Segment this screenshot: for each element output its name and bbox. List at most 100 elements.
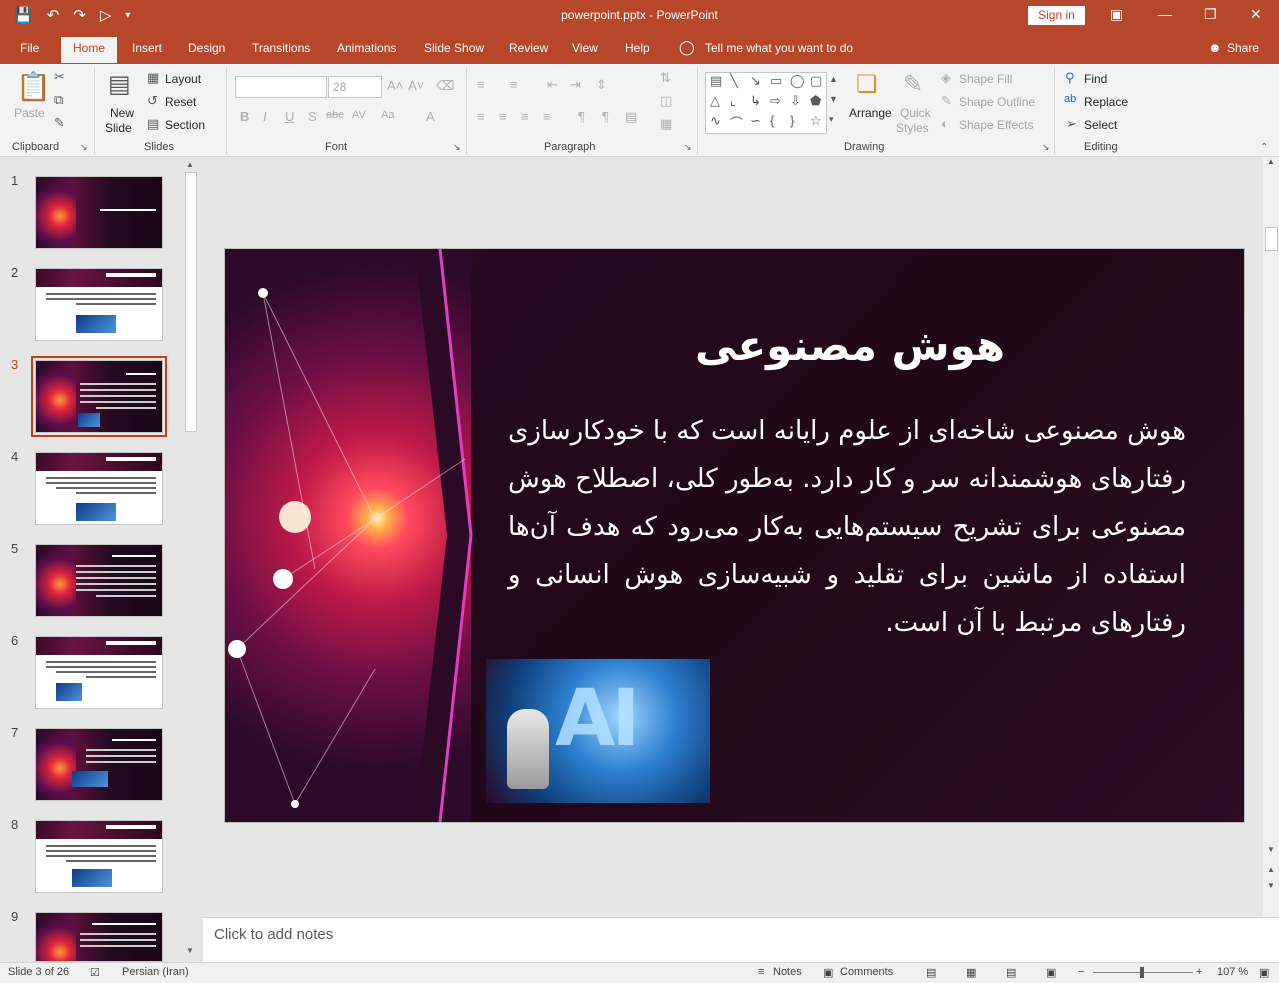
tab-view[interactable]: View (572, 41, 598, 55)
align-left-icon[interactable]: ≡ (477, 109, 485, 124)
reset-button[interactable]: Reset (165, 95, 196, 109)
tab-transitions[interactable]: Transitions (252, 41, 310, 55)
font-name-combo[interactable] (235, 76, 327, 98)
zoom-slider-thumb[interactable] (1140, 967, 1144, 978)
find-button[interactable]: Find (1084, 72, 1107, 86)
slide-thumbnail-8[interactable] (35, 820, 163, 893)
clear-formatting-icon[interactable]: ⌫ (436, 78, 454, 94)
minimize-button[interactable]: — (1158, 6, 1172, 22)
arrow-line-shape-icon[interactable]: ↘ (750, 73, 761, 89)
zoom-out-icon[interactable]: − (1078, 966, 1084, 978)
scroll-down-arrow-icon[interactable]: ▼ (186, 946, 194, 955)
italic-icon[interactable]: I (263, 109, 267, 124)
character-spacing-icon[interactable]: AV (352, 109, 366, 121)
slide-title[interactable]: هوش مصنوعی (625, 321, 1075, 370)
text-shadow-icon[interactable]: S (308, 109, 317, 124)
normal-view-icon[interactable]: ▤ (926, 966, 936, 979)
star-shape-icon[interactable]: ☆ (810, 113, 822, 129)
shape-effects-button[interactable]: Shape Effects (959, 118, 1034, 132)
slide-sorter-view-icon[interactable]: ▦ (966, 966, 976, 979)
bold-icon[interactable]: B (240, 109, 249, 124)
restore-button[interactable]: ❐ (1204, 6, 1217, 23)
slide-thumbnail-7[interactable] (35, 728, 163, 801)
oval-shape-icon[interactable]: ◯ (790, 73, 805, 89)
slide-thumbnail-6[interactable] (35, 636, 163, 709)
clipboard-launcher-icon[interactable]: ↘ (80, 142, 88, 153)
rectangle-shape-icon[interactable]: ▭ (770, 73, 782, 89)
notes-toggle-button[interactable]: Notes (773, 966, 802, 978)
current-slide[interactable]: هوش مصنوعی هوش مصنوعی شاخه‌ای از علوم را… (224, 248, 1245, 823)
slide-thumbnail-5[interactable] (35, 544, 163, 617)
collapse-ribbon-icon[interactable]: ⌃ (1260, 142, 1268, 153)
font-size-combo[interactable]: 28 (328, 76, 382, 98)
ltr-icon[interactable]: ¶ (602, 109, 609, 124)
comments-toggle-button[interactable]: Comments (840, 966, 893, 978)
justify-icon[interactable]: ≡ (543, 109, 551, 124)
font-color-icon[interactable]: A (426, 109, 435, 124)
close-button[interactable]: ✕ (1250, 6, 1262, 23)
line-shape-icon[interactable]: ╲ (730, 73, 738, 89)
thumbnail-scrollbar[interactable]: ▲ ▼ (183, 160, 198, 960)
increase-font-size-icon[interactable]: A˄ (387, 78, 403, 93)
textbox-shape-icon[interactable]: ▤ (710, 73, 722, 89)
shape-outline-button[interactable]: Shape Outline (959, 95, 1035, 109)
strikethrough-icon[interactable]: abc (326, 109, 344, 121)
layout-button[interactable]: Layout (165, 72, 201, 86)
align-text-icon[interactable]: ◫ (660, 93, 672, 109)
decrease-font-size-icon[interactable]: A˅ (408, 78, 424, 93)
paste-button[interactable]: Paste (14, 106, 45, 120)
gallery-scroll-up-icon[interactable]: ▲ (829, 74, 838, 84)
freeform-shape-icon[interactable]: ∿ (710, 113, 721, 129)
center-icon[interactable]: ≡ (499, 109, 507, 124)
slide-thumbnail-4[interactable] (35, 452, 163, 525)
right-arrow-shape-icon[interactable]: ⇨ (770, 93, 781, 109)
pentagon-shape-icon[interactable]: ⬟ (810, 93, 821, 109)
scroll-up-arrow-icon[interactable]: ▲ (186, 160, 194, 169)
numbering-icon[interactable]: ≡ (510, 77, 518, 92)
cut-icon[interactable]: ✂ (54, 69, 65, 85)
right-brace-shape-icon[interactable]: } (790, 113, 794, 128)
tab-design[interactable]: Design (188, 41, 225, 55)
quick-styles-icon[interactable]: ✎ (903, 70, 923, 99)
elbow-arrow-shape-icon[interactable]: ↳ (750, 93, 761, 109)
slide-thumbnail-9[interactable] (35, 912, 163, 962)
text-direction-icon[interactable]: ⇅ (660, 70, 671, 86)
columns-icon[interactable]: ▤ (625, 109, 637, 125)
new-slide-icon[interactable]: ▤ (108, 70, 131, 99)
select-button[interactable]: Select (1084, 118, 1117, 132)
line-spacing-icon[interactable]: ⇕ (596, 77, 607, 93)
paste-icon[interactable]: 📋 (16, 70, 51, 103)
tell-me-search[interactable]: Tell me what you want to do (705, 41, 853, 55)
shapes-gallery[interactable]: ▤ ╲ ↘ ▭ ◯ ▢ △ ⌞ ↳ ⇨ ⇩ ⬟ ∿ ⌒ ∽ { } ☆ (705, 72, 827, 134)
bullets-icon[interactable]: ≡ (477, 77, 485, 92)
slide-body-text[interactable]: هوش مصنوعی شاخه‌ای از علوم رایانه است که… (508, 407, 1186, 647)
scroll-up-arrow-icon[interactable]: ▲ (1267, 157, 1275, 166)
quick-styles-label-1[interactable]: Quick (900, 106, 931, 120)
change-case-icon[interactable]: Aa (381, 109, 394, 121)
underline-icon[interactable]: U (285, 109, 294, 124)
tab-review[interactable]: Review (509, 41, 548, 55)
shape-fill-button[interactable]: Shape Fill (959, 72, 1012, 86)
new-slide-label-2[interactable]: Slide (105, 121, 132, 135)
down-arrow-shape-icon[interactable]: ⇩ (790, 93, 801, 109)
zoom-in-icon[interactable]: + (1196, 966, 1202, 978)
new-slide-label-1[interactable]: New (110, 106, 134, 120)
copy-icon[interactable]: ⧉ (54, 92, 63, 108)
replace-button[interactable]: Replace (1084, 95, 1128, 109)
gallery-more-icon[interactable]: ▾ (829, 114, 834, 125)
previous-slide-icon[interactable]: ▲ (1267, 865, 1275, 874)
tab-file[interactable]: File (20, 41, 39, 55)
reading-view-icon[interactable]: ▤ (1006, 966, 1016, 979)
tab-home[interactable]: Home (61, 37, 118, 63)
fit-slide-icon[interactable]: ▣ (1259, 966, 1269, 979)
align-right-icon[interactable]: ≡ (521, 109, 529, 124)
next-slide-icon[interactable]: ▼ (1267, 881, 1275, 890)
drawing-launcher-icon[interactable]: ↘ (1042, 142, 1050, 153)
left-brace-shape-icon[interactable]: { (770, 113, 774, 128)
tab-help[interactable]: Help (625, 41, 650, 55)
sign-in-button[interactable]: Sign in (1028, 6, 1085, 25)
notes-pane[interactable]: Click to add notes (203, 917, 1279, 963)
tab-animations[interactable]: Animations (337, 41, 396, 55)
triangle-shape-icon[interactable]: △ (710, 93, 720, 109)
format-painter-icon[interactable]: ✎ (54, 115, 65, 131)
